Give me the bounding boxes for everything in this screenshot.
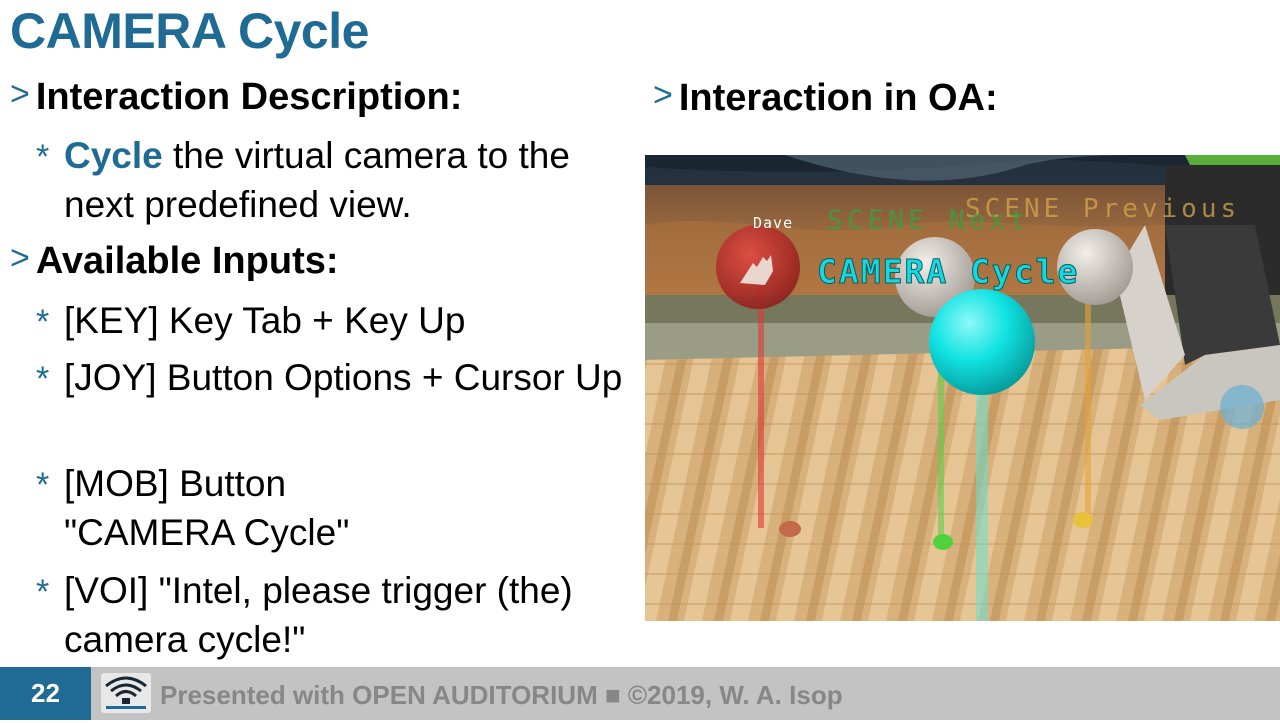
footer-credit: Presented with OPEN AUDITORIUM ■ ©2019, … — [160, 680, 843, 710]
scene-label-camera: CAMERA Cycle — [817, 252, 1079, 291]
item-marker: * — [36, 466, 50, 504]
item-marker: * — [36, 360, 50, 398]
item-marker: * — [36, 303, 50, 341]
slide-title: CAMERA Cycle — [10, 3, 369, 59]
input-text: [VOI] "Intel, please trigger (the) camer… — [64, 570, 573, 660]
footer-bar: 22 Presented with OPEN AUDITORIUM ■ ©201… — [0, 667, 1280, 720]
open-auditorium-logo-icon — [100, 672, 152, 714]
input-text: [JOY] Button Options + Cursor Up — [64, 357, 623, 398]
item-marker: * — [36, 573, 50, 611]
bullet-marker: > — [653, 76, 673, 114]
vr-scene-image: Dave SCENE Previous SCENE Next CAMERA Cy… — [645, 155, 1280, 621]
heading-text: Interaction in OA: — [678, 77, 998, 119]
input-text: [KEY] Key Tab + Key Up — [64, 300, 466, 341]
input-text: [MOB] Button "CAMERA Cycle" — [64, 463, 350, 553]
input-item-voi: * [VOI] "Intel, please trigger (the) cam… — [36, 566, 634, 664]
heading-text: Interaction Description: — [35, 76, 463, 118]
input-item-joy: * [JOY] Button Options + Cursor Up — [36, 353, 624, 402]
scene-label-user: Dave — [753, 214, 793, 232]
heading-text: Available Inputs: — [35, 240, 339, 282]
description-item: * Cycle the virtual camera to the next p… — [36, 131, 629, 229]
description-highlight: Cycle — [64, 135, 163, 176]
item-marker: * — [36, 138, 50, 176]
heading-available-inputs: > Available Inputs: — [10, 239, 339, 283]
heading-interaction-description: > Interaction Description: — [10, 75, 463, 119]
bullet-marker: > — [10, 75, 30, 113]
page-number: 22 — [0, 667, 91, 720]
input-item-key: * [KEY] Key Tab + Key Up — [36, 296, 634, 345]
input-item-mob: * [MOB] Button "CAMERA Cycle" — [36, 459, 394, 557]
heading-interaction-in-oa: > Interaction in OA: — [653, 76, 998, 120]
bullet-marker: > — [10, 239, 30, 277]
scene-label-next: SCENE Next — [827, 205, 1030, 236]
interaction-screenshot: Dave SCENE Previous SCENE Next CAMERA Cy… — [645, 155, 1280, 621]
